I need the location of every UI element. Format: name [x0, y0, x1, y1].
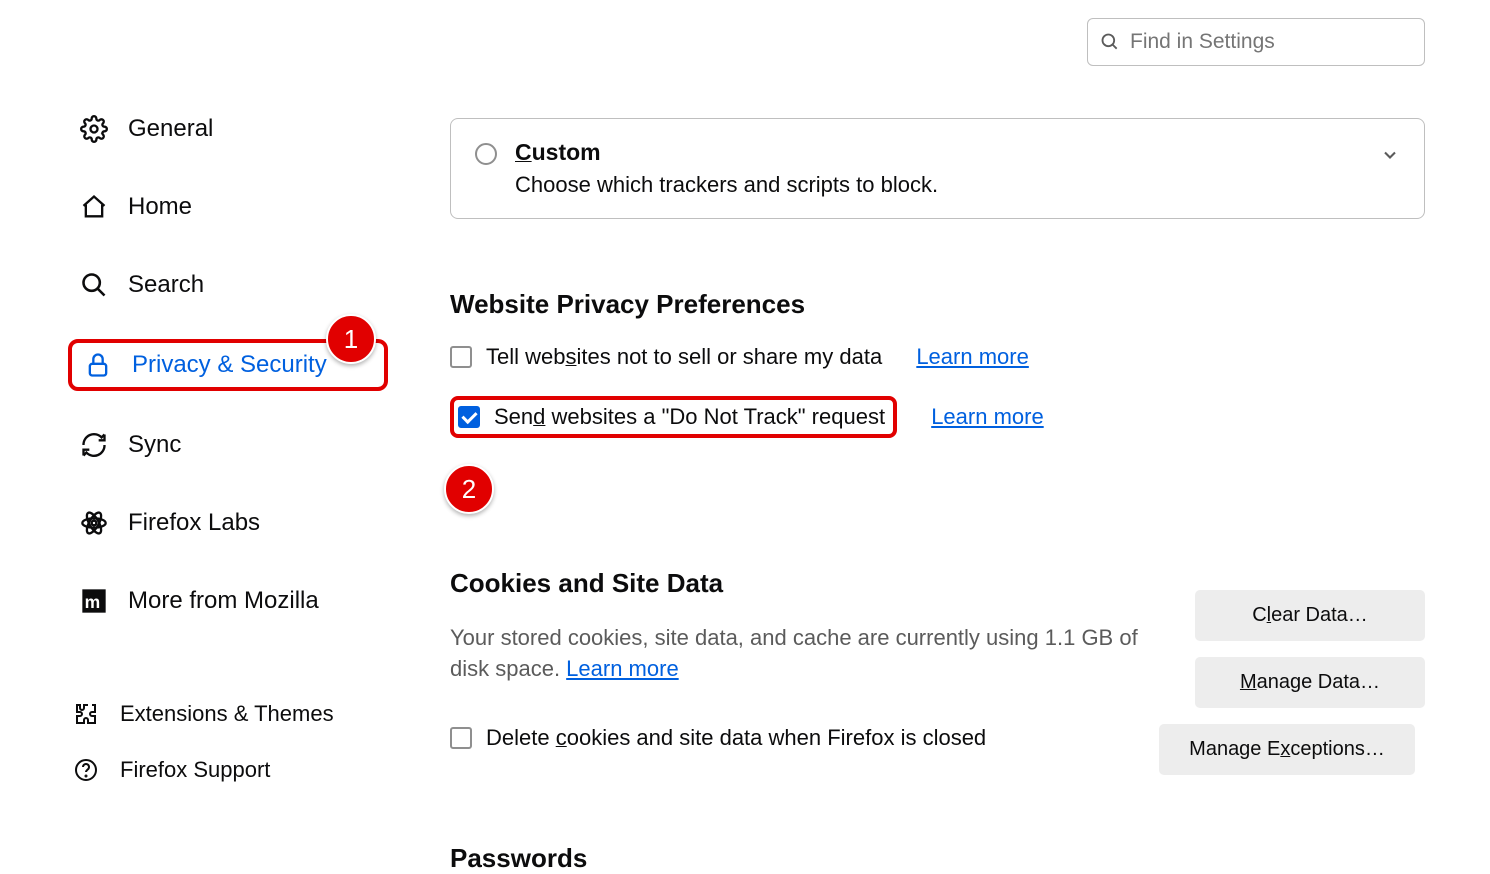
tell-websites-learn-more[interactable]: Learn more [916, 344, 1029, 370]
sidebar-label-search: Search [128, 271, 204, 299]
cookies-desc: Your stored cookies, site data, and cach… [450, 623, 1155, 685]
delete-cookies-row: Delete cookies and site data when Firefo… [450, 725, 1155, 751]
extensions-link[interactable]: Extensions & Themes [70, 698, 390, 730]
sidebar-item-more[interactable]: m More from Mozilla [68, 577, 388, 625]
support-link[interactable]: Firefox Support [70, 754, 390, 786]
puzzle-icon [70, 698, 102, 730]
svg-text:m: m [85, 592, 101, 612]
home-icon [78, 191, 110, 223]
sidebar-label-more: More from Mozilla [128, 587, 319, 615]
extensions-label: Extensions & Themes [120, 701, 334, 727]
main-content: Custom Choose which trackers and scripts… [450, 118, 1425, 874]
chevron-down-icon [1380, 145, 1400, 165]
gear-icon [78, 113, 110, 145]
cookies-learn-more[interactable]: Learn more [566, 656, 679, 681]
labs-icon [78, 507, 110, 539]
dnt-checkbox[interactable] [458, 406, 480, 428]
lock-icon [82, 349, 114, 381]
dnt-row: Send websites a "Do Not Track" request L… [450, 396, 1425, 438]
custom-radio[interactable] [475, 143, 497, 165]
dnt-learn-more[interactable]: Learn more [931, 404, 1044, 430]
sidebar-item-general[interactable]: General [68, 105, 388, 153]
search-icon [1100, 32, 1120, 52]
mozilla-icon: m [78, 585, 110, 617]
sidebar-item-labs[interactable]: Firefox Labs [68, 499, 388, 547]
callout-badge-1: 1 [326, 314, 376, 364]
settings-search[interactable] [1087, 18, 1425, 66]
support-label: Firefox Support [120, 757, 270, 783]
magnifier-icon [78, 269, 110, 301]
sidebar: General Home Search Privacy & Security S… [68, 105, 388, 655]
delete-cookies-label: Delete cookies and site data when Firefo… [486, 725, 986, 751]
tell-websites-row: Tell websites not to sell or share my da… [450, 344, 1425, 370]
tell-websites-label: Tell websites not to sell or share my da… [486, 344, 882, 370]
custom-desc: Choose which trackers and scripts to blo… [515, 172, 1362, 198]
dnt-label: Send websites a "Do Not Track" request [494, 404, 885, 430]
website-privacy-title: Website Privacy Preferences [450, 289, 1425, 320]
dnt-highlight: Send websites a "Do Not Track" request [450, 396, 897, 438]
question-icon [70, 754, 102, 786]
settings-search-input[interactable] [1130, 30, 1412, 54]
sidebar-item-home[interactable]: Home [68, 183, 388, 231]
sidebar-item-sync[interactable]: Sync [68, 421, 388, 469]
sync-icon [78, 429, 110, 461]
callout-badge-2: 2 [444, 464, 494, 514]
bottom-links: Extensions & Themes Firefox Support [70, 698, 390, 810]
sidebar-label-privacy: Privacy & Security [132, 351, 327, 379]
delete-cookies-checkbox[interactable] [450, 727, 472, 749]
manage-data-button[interactable]: Manage Data… [1195, 657, 1425, 708]
manage-exceptions-button[interactable]: Manage Exceptions… [1159, 724, 1415, 775]
sidebar-label-sync: Sync [128, 431, 181, 459]
sidebar-label-labs: Firefox Labs [128, 509, 260, 537]
custom-title: Custom [515, 139, 1362, 166]
sidebar-item-search[interactable]: Search [68, 261, 388, 309]
tell-websites-checkbox[interactable] [450, 346, 472, 368]
cookies-title: Cookies and Site Data [450, 568, 1155, 599]
clear-data-button[interactable]: Clear Data… [1195, 590, 1425, 641]
custom-tracking-card[interactable]: Custom Choose which trackers and scripts… [450, 118, 1425, 219]
sidebar-label-general: General [128, 115, 213, 143]
passwords-title: Passwords [450, 843, 1425, 874]
sidebar-label-home: Home [128, 193, 192, 221]
